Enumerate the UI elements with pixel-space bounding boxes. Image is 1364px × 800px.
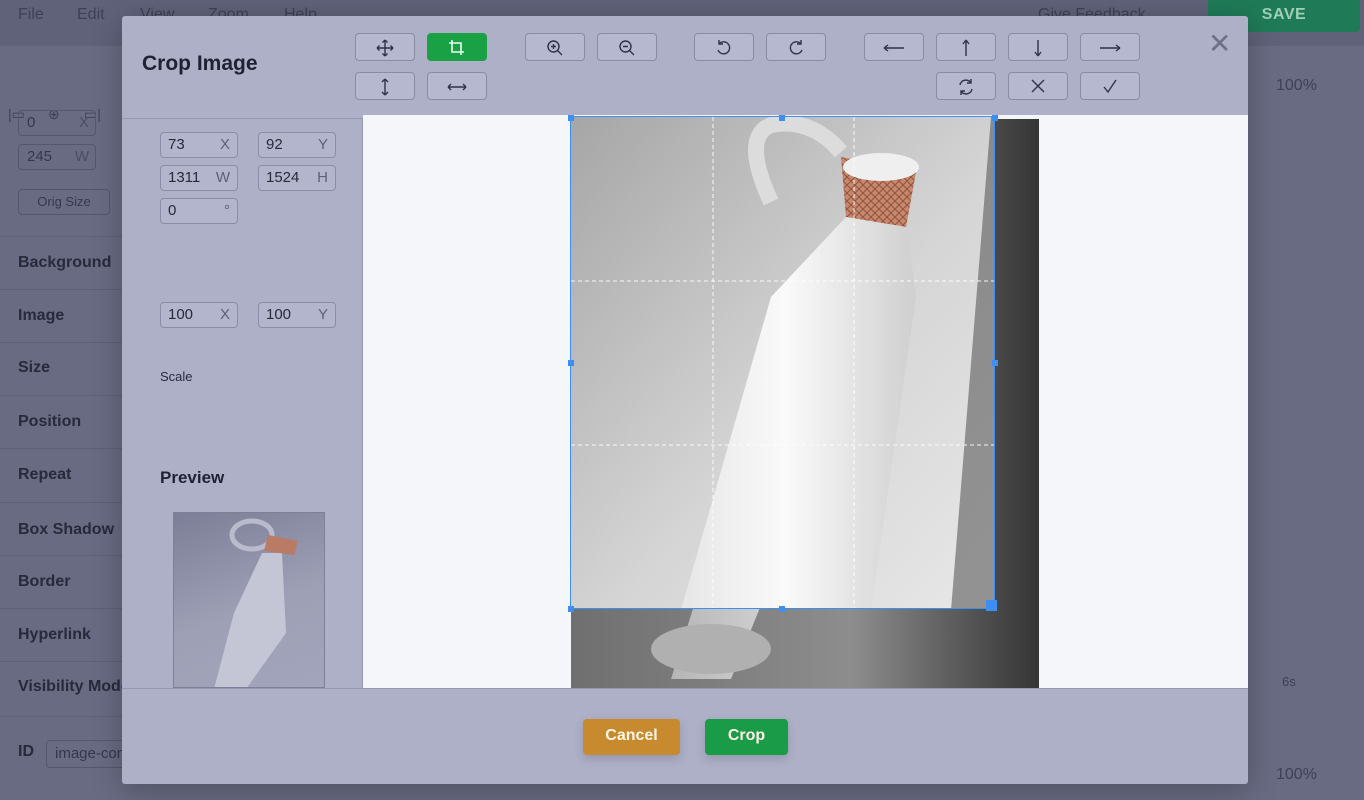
reset-button[interactable] [936,72,996,100]
rotate-right-icon [789,40,803,55]
divider [0,555,122,556]
crop-mode-button[interactable] [427,33,487,61]
zoom-level-bottom[interactable]: 100% [1276,766,1317,784]
scale-label: Scale [160,369,193,384]
reset-icon [959,79,973,95]
crop-handle-w[interactable] [568,360,574,366]
divider [0,716,122,717]
zoom-out-icon [619,40,635,56]
clear-icon [1031,79,1045,93]
apply-button[interactable] [1080,72,1140,100]
timeline-tick-label: 6s [1282,674,1296,689]
close-icon[interactable]: ✕ [1208,30,1231,58]
crop-icon [449,40,464,55]
section-size[interactable]: Size [18,359,50,377]
scale-x-field[interactable]: 100 X [160,302,238,328]
crop-handle-e[interactable] [992,360,998,366]
divider [0,448,122,449]
section-border[interactable]: Border [18,573,70,591]
rotate-left-icon [717,40,731,55]
crop-canvas[interactable] [363,115,1248,688]
move-right-button[interactable] [1080,33,1140,61]
arrow-up-icon [962,39,970,56]
section-background[interactable]: Background [18,254,111,272]
crop-handle-s[interactable] [779,606,785,612]
divider [0,608,122,609]
move-icon [376,39,394,57]
bg-x-field[interactable]: 0X [18,110,96,136]
flip-vertical-icon [381,78,389,96]
dialog-title: Crop Image [142,52,258,75]
footer-divider [122,688,1248,689]
menu-file[interactable]: File [18,6,44,24]
zoom-out-button[interactable] [597,33,657,61]
move-down-button[interactable] [1008,33,1068,61]
divider [0,395,122,396]
crop-handle-sw[interactable] [568,606,574,612]
divider [0,502,122,503]
zoom-level-top[interactable]: 100% [1276,77,1317,95]
section-position[interactable]: Position [18,413,81,431]
check-icon [1103,79,1117,94]
crop-preview-image [173,512,325,688]
section-hyperlink[interactable]: Hyperlink [18,626,91,644]
move-left-button[interactable] [864,33,924,61]
section-visibility-mode[interactable]: Visibility Mode [18,678,123,696]
rotate-right-button[interactable] [766,33,826,61]
crop-height-field[interactable]: 1524 H [258,165,336,191]
crop-y-field[interactable]: 92 Y [258,132,336,158]
zoom-in-icon [547,40,563,56]
crop-handle-n[interactable] [779,115,785,121]
crop-button[interactable]: Crop [705,719,788,755]
divider [0,236,122,237]
crop-x-field[interactable]: 73 X [160,132,238,158]
crop-image-dialog: Crop Image ✕ 73 X 92 Y 1311 W 1524 H 0 °… [122,16,1248,784]
flip-vertical-button[interactable] [355,72,415,100]
section-repeat[interactable]: Repeat [18,466,71,484]
divider [0,289,122,290]
scale-y-field[interactable]: 100 Y [258,302,336,328]
bg-w-field[interactable]: 245 W [18,144,96,170]
zoom-in-button[interactable] [525,33,585,61]
flip-horizontal-icon [447,83,467,91]
crop-handle-se[interactable] [986,600,997,611]
orig-size-button[interactable]: Orig Size [18,189,110,215]
crop-settings-panel: 73 X 92 Y 1311 W 1524 H 0 ° Scale 100 X 100 Y P… [122,119,363,688]
divider [0,661,122,662]
cancel-button[interactable]: Cancel [583,719,680,755]
arrow-right-icon [1100,44,1121,52]
arrow-left-icon [883,44,904,52]
crop-handle-ne[interactable] [992,115,998,121]
move-up-button[interactable] [936,33,996,61]
preview-label: Preview [160,468,225,487]
move-mode-button[interactable] [355,33,415,61]
section-box-shadow[interactable]: Box Shadow [18,521,114,539]
divider [0,342,122,343]
crop-selection-box[interactable] [570,116,995,609]
crop-width-field[interactable]: 1311 W [160,165,238,191]
clear-button[interactable] [1008,72,1068,100]
flip-horizontal-button[interactable] [427,72,487,100]
crop-handle-nw[interactable] [568,115,574,121]
arrow-down-icon [1034,40,1042,57]
rotate-field[interactable]: 0 ° [160,198,238,224]
menu-edit[interactable]: Edit [77,6,105,24]
id-label: ID [18,743,34,760]
rotate-left-button[interactable] [694,33,754,61]
section-image[interactable]: Image [18,307,64,325]
